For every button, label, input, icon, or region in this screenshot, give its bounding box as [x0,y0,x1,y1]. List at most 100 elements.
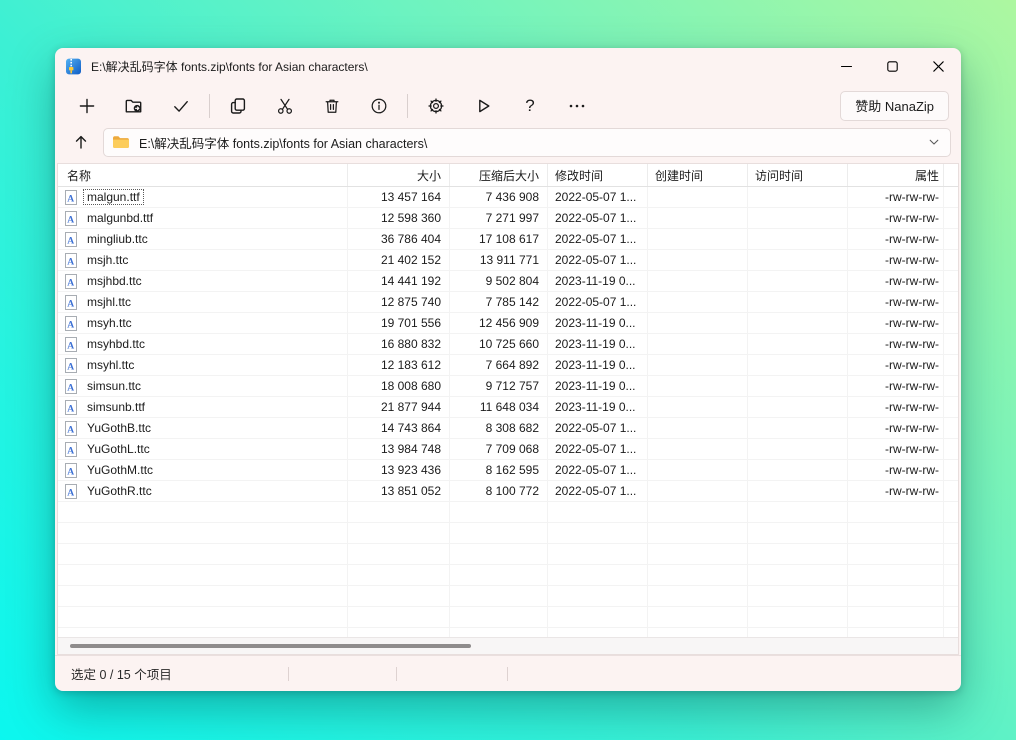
delete-button[interactable] [312,89,352,123]
table-row-empty [58,523,958,544]
empty-cell [348,544,450,564]
table-row[interactable]: Amingliub.ttc36 786 40417 108 6172022-05… [58,229,958,250]
horizontal-scrollbar-thumb[interactable] [70,644,471,648]
empty-cell [450,544,548,564]
font-file-icon: A [64,358,78,373]
file-size-cell: 14 743 864 [348,418,450,438]
empty-cell [548,523,648,543]
table-row[interactable]: AYuGothB.ttc14 743 8648 308 6822022-05-0… [58,418,958,439]
toolbar: ? 赞助 NanaZip [55,84,961,127]
info-button[interactable] [359,89,399,123]
table-row[interactable]: Amsjhl.ttc12 875 7407 785 1422022-05-07 … [58,292,958,313]
empty-cell [58,607,348,627]
file-modified-cell: 2022-05-07 1... [548,292,648,312]
empty-cell [648,628,748,637]
run-button[interactable] [463,89,503,123]
file-name-label: simsunb.ttf [83,399,149,415]
file-name-label: YuGothL.ttc [83,441,154,457]
file-name-label: YuGothR.ttc [83,483,156,499]
add-icon [77,96,97,116]
add-button[interactable] [67,89,107,123]
file-accessed-cell [748,229,848,249]
extract-button[interactable] [114,89,154,123]
file-attrs-cell: -rw-rw-rw- [848,439,944,459]
maximize-button[interactable] [869,48,915,84]
copy-button[interactable] [218,89,258,123]
empty-cell [748,607,848,627]
empty-cell [348,502,450,522]
table-row[interactable]: Amalgunbd.ttf12 598 3607 271 9972022-05-… [58,208,958,229]
table-row[interactable]: AYuGothL.ttc13 984 7487 709 0682022-05-0… [58,439,958,460]
horizontal-scrollbar[interactable] [58,637,958,654]
file-size-cell: 21 402 152 [348,250,450,270]
svg-text:A: A [67,446,74,456]
file-accessed-cell [748,439,848,459]
table-row[interactable]: AYuGothR.ttc13 851 0528 100 7722022-05-0… [58,481,958,502]
chevron-down-icon[interactable] [926,134,942,150]
run-icon [473,96,493,116]
address-bar: E:\解决乱码字体 fonts.zip\fonts for Asian char… [55,127,961,163]
empty-cell [58,523,348,543]
table-row[interactable]: Asimsunb.ttf21 877 94411 648 0342023-11-… [58,397,958,418]
toolbar-separator [209,94,210,118]
file-name-label: mingliub.ttc [83,231,152,247]
column-header-modified[interactable]: 修改时间 [548,164,648,186]
table-row[interactable]: Amsjhbd.ttc14 441 1929 502 8042023-11-19… [58,271,958,292]
close-button[interactable] [915,48,961,84]
svg-text:A: A [67,425,74,435]
table-row-empty [58,502,958,523]
empty-cell [848,607,944,627]
file-attrs-cell: -rw-rw-rw- [848,250,944,270]
sponsor-button[interactable]: 赞助 NanaZip [840,91,949,121]
empty-cell [748,502,848,522]
title-bar[interactable]: E:\解决乱码字体 fonts.zip\fonts for Asian char… [55,48,961,84]
up-button[interactable] [65,128,97,157]
table-row[interactable]: Amsyhbd.ttc16 880 83210 725 6602023-11-1… [58,334,958,355]
table-row[interactable]: Amalgun.ttf13 457 1647 436 9082022-05-07… [58,187,958,208]
file-created-cell [648,355,748,375]
table-row[interactable]: AYuGothM.ttc13 923 4368 162 5952022-05-0… [58,460,958,481]
table-row[interactable]: Asimsun.ttc18 008 6809 712 7572023-11-19… [58,376,958,397]
column-header-size[interactable]: 大小 [348,164,450,186]
file-packed-cell: 7 271 997 [450,208,548,228]
address-input[interactable]: E:\解决乱码字体 fonts.zip\fonts for Asian char… [103,128,951,157]
move-button[interactable] [265,89,305,123]
file-name-label: msyh.ttc [83,315,136,331]
file-modified-cell: 2022-05-07 1... [548,460,648,480]
font-file-icon: A [64,337,78,352]
file-name-label: YuGothB.ttc [83,420,155,436]
svg-text:A: A [67,236,74,246]
font-file-icon: A [64,295,78,310]
extract-icon [124,96,144,116]
nanazip-app-icon [65,58,82,75]
settings-button[interactable] [416,89,456,123]
minimize-button[interactable] [823,48,869,84]
file-size-cell: 13 851 052 [348,481,450,501]
table-row[interactable]: Amsyh.ttc19 701 55612 456 9092023-11-19 … [58,313,958,334]
svg-text:A: A [67,194,74,204]
file-name-cell: A YuGothB.ttc [58,418,348,438]
empty-cell [58,586,348,606]
file-name-cell: Amingliub.ttc [58,229,348,249]
column-header-name[interactable]: 名称 [58,164,348,186]
empty-cell [848,565,944,585]
table-body: Amalgun.ttf13 457 1647 436 9082022-05-07… [58,187,958,637]
table-row[interactable]: Amsjh.ttc21 402 15213 911 7712022-05-07 … [58,250,958,271]
column-header-packed[interactable]: 压缩后大小 [450,164,548,186]
file-created-cell [648,439,748,459]
svg-text:A: A [67,383,74,393]
svg-text:A: A [67,278,74,288]
table-row[interactable]: Amsyhl.ttc12 183 6127 664 8922023-11-19 … [58,355,958,376]
column-header-attrs[interactable]: 属性 [848,164,944,186]
file-name-cell: Asimsunb.ttf [58,397,348,417]
table-row-empty [58,586,958,607]
column-header-accessed[interactable]: 访问时间 [748,164,848,186]
empty-cell [450,628,548,637]
more-button[interactable] [557,89,597,123]
empty-cell [648,565,748,585]
file-attrs-cell: -rw-rw-rw- [848,376,944,396]
help-button[interactable]: ? [510,89,550,123]
file-created-cell [648,460,748,480]
column-header-created[interactable]: 创建时间 [648,164,748,186]
test-button[interactable] [161,89,201,123]
